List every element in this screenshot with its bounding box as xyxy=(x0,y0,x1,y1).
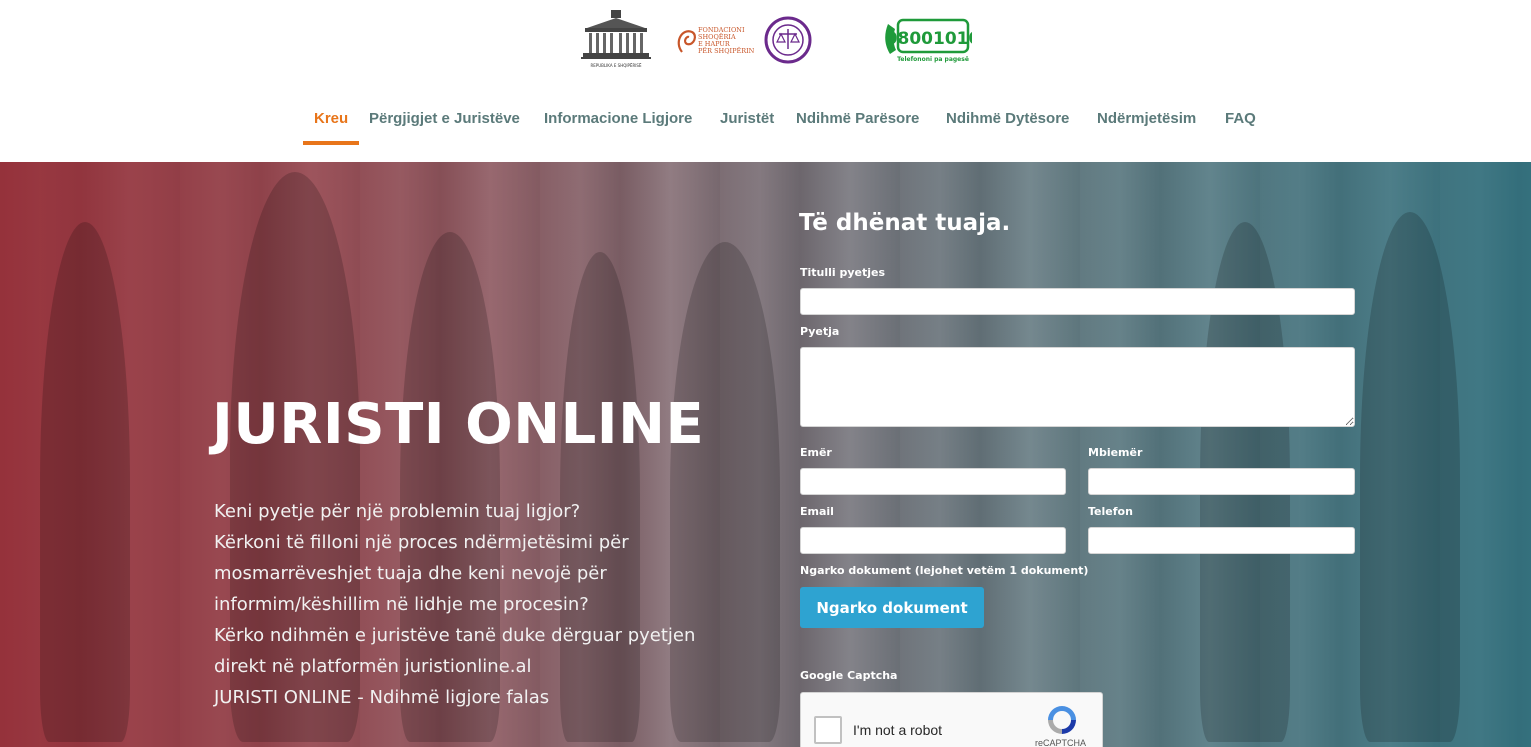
foundation-line4: PËR SHQIPËRINË xyxy=(698,46,754,55)
hero-line: informim/këshillim në lidhje me procesin… xyxy=(214,594,589,615)
chamber-seal-logo[interactable] xyxy=(764,16,812,64)
hero-line: direkt në platformën juristionline.al xyxy=(214,656,532,677)
hero-line: Kërko ndihmën e juristëve tanë duke dërg… xyxy=(214,625,696,646)
hero-section: JURISTI ONLINE Keni pyetje për një probl… xyxy=(0,162,1531,747)
active-nav-underline xyxy=(303,141,359,145)
phone-caption: Telefononi pa pagesë xyxy=(897,56,969,63)
parliament-caption: REPUBLIKA E SHQIPËRISË xyxy=(591,63,642,68)
site-header: REPUBLIKA E SHQIPËRISË FONDACIONI SHOQËR… xyxy=(0,0,1531,162)
question-title-label: Titulli pyetjes xyxy=(800,266,886,279)
hero-line: JURISTI ONLINE - Ndihmë ligjore falas xyxy=(214,687,550,708)
foundation-logo[interactable]: FONDACIONI SHOQËRIA E HAPUR PËR SHQIPËRI… xyxy=(674,22,754,62)
email-label: Email xyxy=(800,505,834,518)
hero-line: mosmarrëveshjet tuaja dhe keni nevojë pë… xyxy=(214,563,607,584)
nav-item-ndermjetesim[interactable]: Ndërmjetësim xyxy=(1097,110,1196,127)
background-figure xyxy=(40,222,130,742)
partner-logos: REPUBLIKA E SHQIPËRISË FONDACIONI SHOQËR… xyxy=(0,10,1531,72)
main-nav: Kreu Përgjigjet e Juristëve Informacione… xyxy=(0,110,1531,146)
recaptcha-widget: I'm not a robot reCAPTCHA xyxy=(800,692,1103,747)
question-textarea[interactable] xyxy=(800,347,1355,427)
parliament-logo[interactable]: REPUBLIKA E SHQIPËRISË xyxy=(581,10,651,70)
first-name-label: Emër xyxy=(800,446,832,459)
phone-label: Telefon xyxy=(1088,505,1133,518)
upload-document-button[interactable]: Ngarko dokument xyxy=(800,587,984,628)
nav-item-faq[interactable]: FAQ xyxy=(1225,110,1256,127)
recaptcha-brand: reCAPTCHA xyxy=(1035,738,1087,747)
recaptcha-checkbox[interactable] xyxy=(814,716,842,744)
nav-item-informacione[interactable]: Informacione Ligjore xyxy=(544,110,692,127)
question-title-input[interactable] xyxy=(800,288,1355,315)
email-input[interactable] xyxy=(800,527,1066,554)
nav-item-juristet[interactable]: Juristët xyxy=(720,110,774,127)
last-name-label: Mbiemër xyxy=(1088,446,1143,459)
nav-item-kreu[interactable]: Kreu xyxy=(314,110,348,127)
hero-line: Kërkoni të filloni një proces ndërmjetës… xyxy=(214,532,629,553)
captcha-label: Google Captcha xyxy=(800,669,898,682)
nav-item-pergjigjet[interactable]: Përgjigjet e Juristëve xyxy=(369,110,520,127)
background-figure xyxy=(1360,212,1460,742)
hero-title: JURISTI ONLINE xyxy=(212,392,705,457)
hero-line: Keni pyetje për një problemin tuaj ligjo… xyxy=(214,501,581,522)
free-phone-line-logo[interactable]: 08001010 Telefononi pa pagesë xyxy=(884,14,972,66)
recaptcha-text: I'm not a robot xyxy=(853,722,943,738)
upload-label: Ngarko dokument (lejohet vetëm 1 dokumen… xyxy=(800,564,1089,577)
nav-item-ndihme-paresore[interactable]: Ndihmë Parësore xyxy=(796,110,919,127)
nav-item-ndihme-dytesore[interactable]: Ndihmë Dytësore xyxy=(946,110,1069,127)
last-name-input[interactable] xyxy=(1088,468,1355,495)
hero-description: Keni pyetje për një problemin tuaj ligjo… xyxy=(214,496,734,713)
question-label: Pyetja xyxy=(800,325,840,338)
phone-number: 08001010 xyxy=(886,29,972,49)
phone-input[interactable] xyxy=(1088,527,1355,554)
form-title: Të dhënat tuaja. xyxy=(799,210,1011,236)
first-name-input[interactable] xyxy=(800,468,1066,495)
recaptcha-icon xyxy=(1048,706,1076,734)
